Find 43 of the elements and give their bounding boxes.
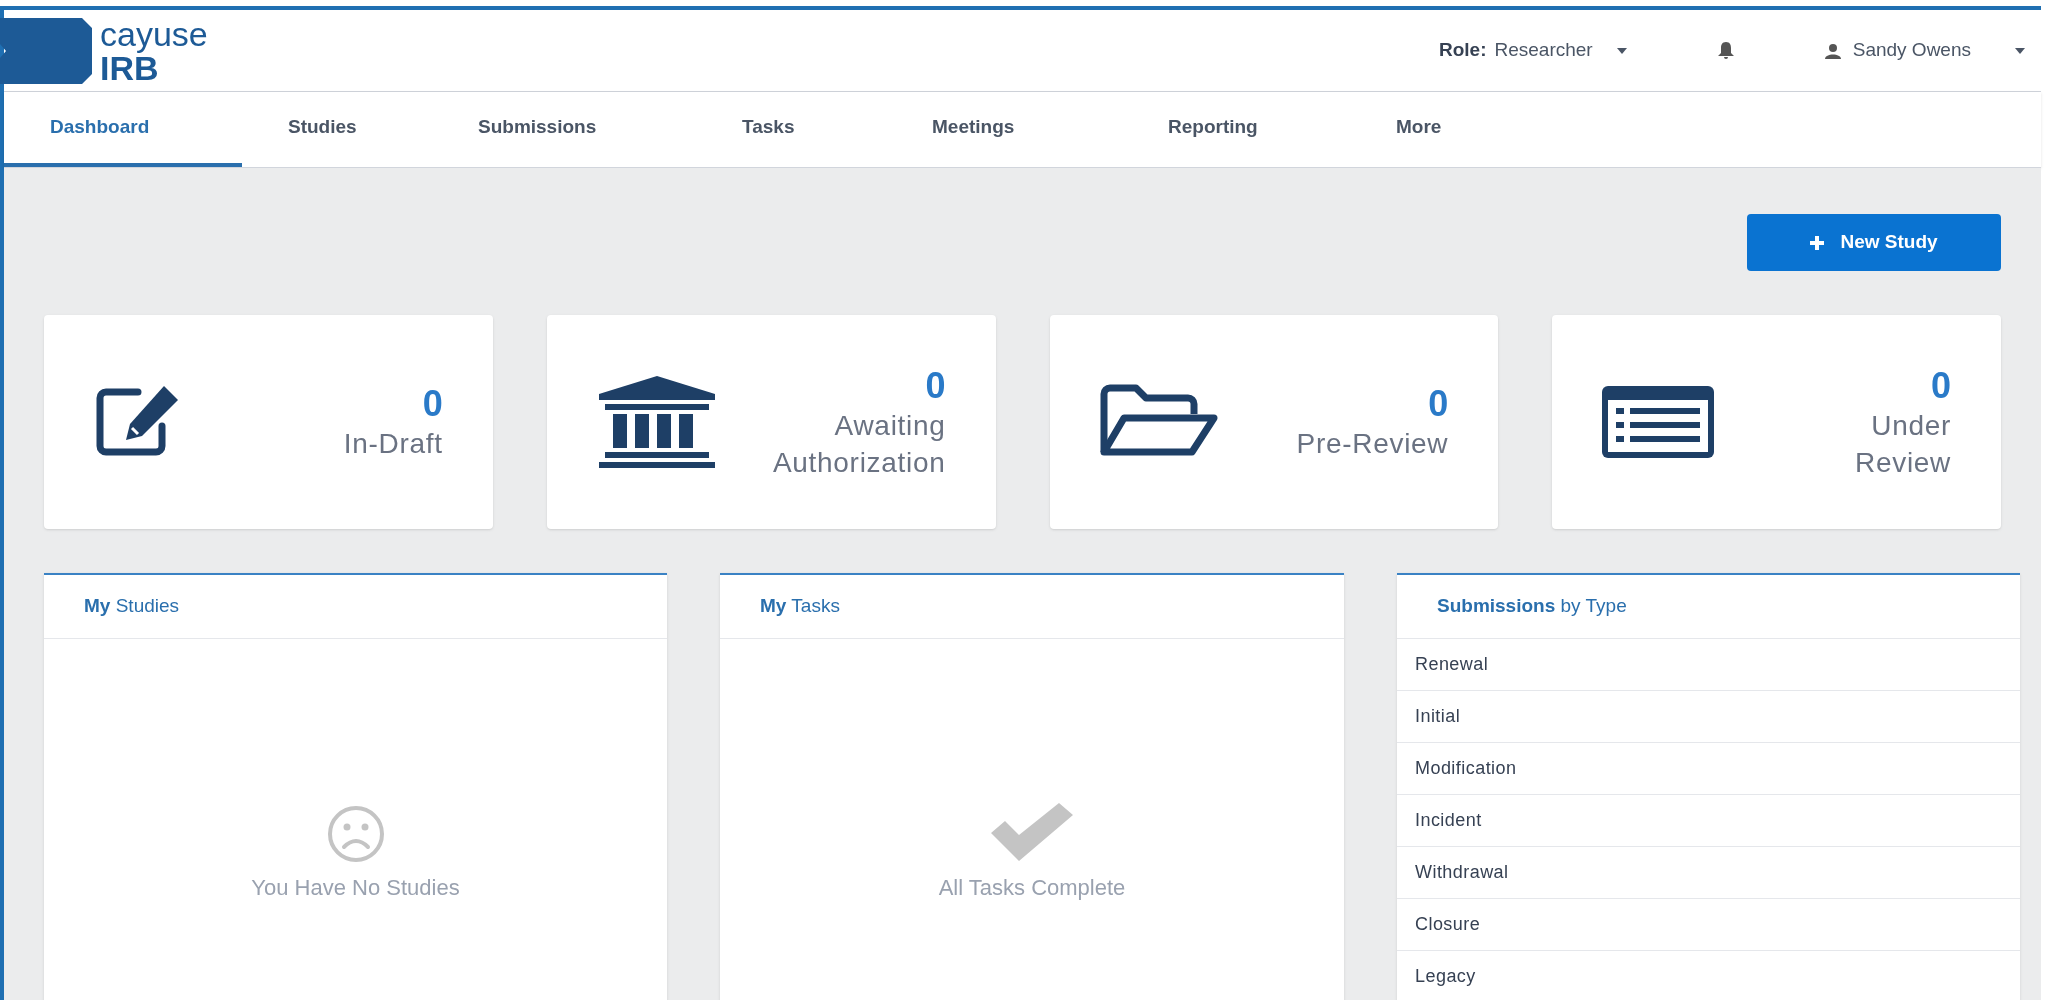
logo-icon: [0, 17, 92, 84]
nav-tab[interactable]: More: [1350, 92, 1500, 167]
list-item[interactable]: Modification: [1397, 743, 2020, 795]
list-item[interactable]: Closure: [1397, 899, 2020, 951]
status-label: Under Review: [1854, 409, 1951, 480]
panel-title: Submissions by Type: [1397, 575, 2020, 639]
bell-icon[interactable]: [1716, 40, 1735, 61]
logo-text: cayuse: [100, 16, 208, 51]
nav-tab[interactable]: Tasks: [696, 92, 886, 167]
new-study-button[interactable]: New Study: [1747, 214, 2001, 271]
count: 0: [1428, 382, 1449, 427]
nav-tab[interactable]: Studies: [242, 92, 432, 167]
count: 0: [1930, 364, 1951, 409]
status-label: In-Draft: [343, 427, 443, 462]
count: 0: [422, 382, 443, 427]
nav-tab[interactable]: Reporting: [1122, 92, 1350, 167]
empty-message: All Tasks Complete: [938, 874, 1126, 902]
panel-title: My Tasks: [720, 575, 1344, 639]
count: 0: [925, 364, 946, 409]
user-icon: [1824, 42, 1841, 59]
list-item[interactable]: Renewal: [1397, 639, 2020, 691]
status-card[interactable]: 0 Awaiting Authorization: [546, 315, 996, 529]
role-dropdown[interactable]: Role: Researcher: [1439, 36, 1627, 65]
empty-message: You Have No Studies: [251, 874, 460, 902]
status-card[interactable]: 0 Pre-Review: [1049, 315, 1499, 529]
list-item[interactable]: Legacy: [1397, 951, 2020, 1000]
list-window-icon: [1602, 386, 1715, 458]
nav-tab[interactable]: Meetings: [886, 92, 1122, 167]
list-item[interactable]: Incident: [1397, 795, 2020, 847]
list-item[interactable]: Withdrawal: [1397, 847, 2020, 899]
nav-tab[interactable]: Submissions: [432, 92, 696, 167]
user-menu[interactable]: Sandy Owens: [1824, 36, 2025, 65]
caret-icon: [2015, 47, 2025, 54]
bank-icon: [596, 376, 717, 468]
status-card[interactable]: 0 Under Review: [1552, 315, 2001, 529]
list-item[interactable]: Initial: [1397, 691, 2020, 743]
panel-title: My Studies: [44, 575, 667, 639]
status-label: Awaiting Authorization: [771, 409, 946, 480]
status-card[interactable]: 0 In-Draft: [44, 315, 493, 529]
plus-icon: [1810, 235, 1825, 250]
status-label: Pre-Review: [1296, 427, 1449, 462]
sad-face-icon: [326, 805, 385, 863]
caret-icon: [1616, 47, 1627, 54]
